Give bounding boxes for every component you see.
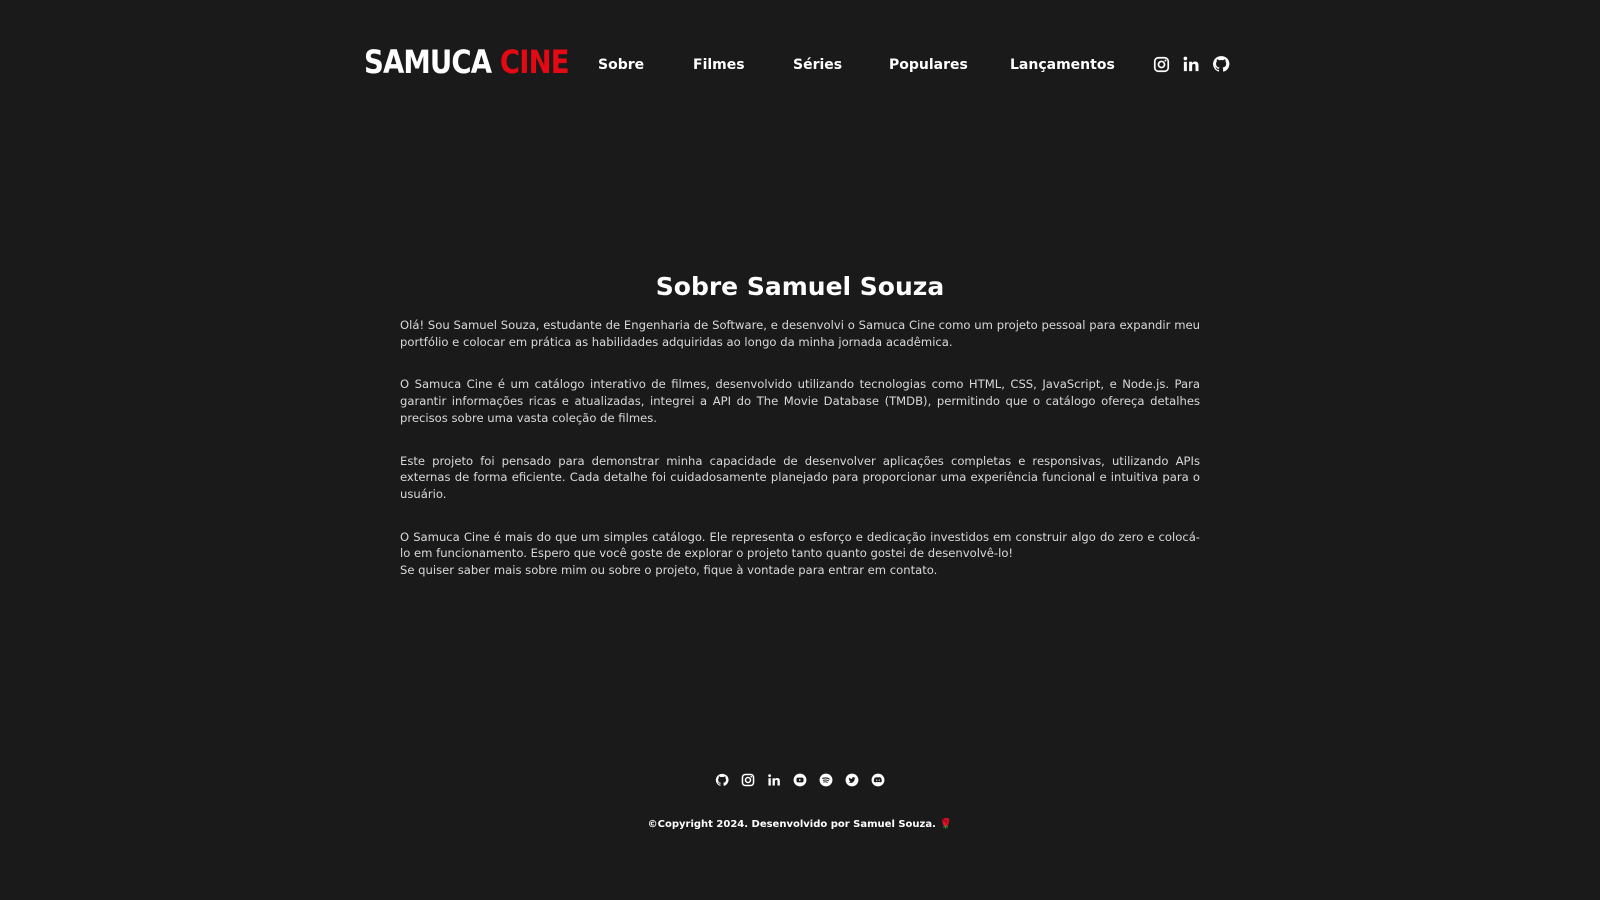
- github-icon[interactable]: [714, 772, 730, 788]
- about-paragraph-3: Este projeto foi pensado para demonstrar…: [400, 453, 1200, 501]
- nav-item-filmes[interactable]: Filmes: [693, 56, 745, 74]
- about-paragraph-4: O Samuca Cine é mais do que um simples c…: [400, 529, 1200, 579]
- about-paragraph-2: O Samuca Cine é um catálogo interativo d…: [400, 377, 1200, 425]
- nav-item-series[interactable]: Séries: [793, 56, 842, 74]
- logo-text-white: SAMUCA: [364, 43, 492, 81]
- github-icon[interactable]: [1211, 54, 1231, 74]
- youtube-icon[interactable]: [792, 772, 808, 788]
- rose-icon: 🌹: [939, 819, 953, 830]
- about-paragraph-4-text: O Samuca Cine é mais do que um simples c…: [400, 529, 1200, 561]
- nav-item-sobre[interactable]: Sobre: [598, 56, 644, 74]
- discord-icon[interactable]: [870, 772, 886, 788]
- logo-text-red: CINE: [499, 43, 570, 81]
- linkedin-icon[interactable]: [766, 772, 782, 788]
- linkedin-icon[interactable]: [1181, 54, 1201, 74]
- spotify-icon[interactable]: [818, 772, 834, 788]
- instagram-icon[interactable]: [1151, 54, 1171, 74]
- twitter-icon[interactable]: [844, 772, 860, 788]
- instagram-icon[interactable]: [740, 772, 756, 788]
- logo[interactable]: SAMUCA CINE: [364, 42, 570, 82]
- nav-item-lancamentos[interactable]: Lançamentos: [1010, 56, 1115, 74]
- copyright: ©Copyright 2024. Desenvolvido por Samuel…: [0, 818, 1600, 832]
- nav-item-populares[interactable]: Populares: [889, 56, 968, 74]
- about-content: Olá! Sou Samuel Souza, estudante de Enge…: [400, 317, 1200, 579]
- site-header: SAMUCA CINE Sobre Filmes Séries Populare…: [0, 0, 1600, 130]
- about-paragraph-5-text: Se quiser saber mais sobre mim ou sobre …: [400, 563, 938, 578]
- copyright-text: ©Copyright 2024. Desenvolvido por Samuel…: [647, 819, 936, 830]
- footer-social-links: [0, 772, 1600, 788]
- about-paragraph-1: Olá! Sou Samuel Souza, estudante de Enge…: [400, 318, 1200, 349]
- about-page: SAMUCA CINE Sobre Filmes Séries Populare…: [0, 0, 1600, 900]
- page-title: Sobre Samuel Souza: [655, 272, 945, 301]
